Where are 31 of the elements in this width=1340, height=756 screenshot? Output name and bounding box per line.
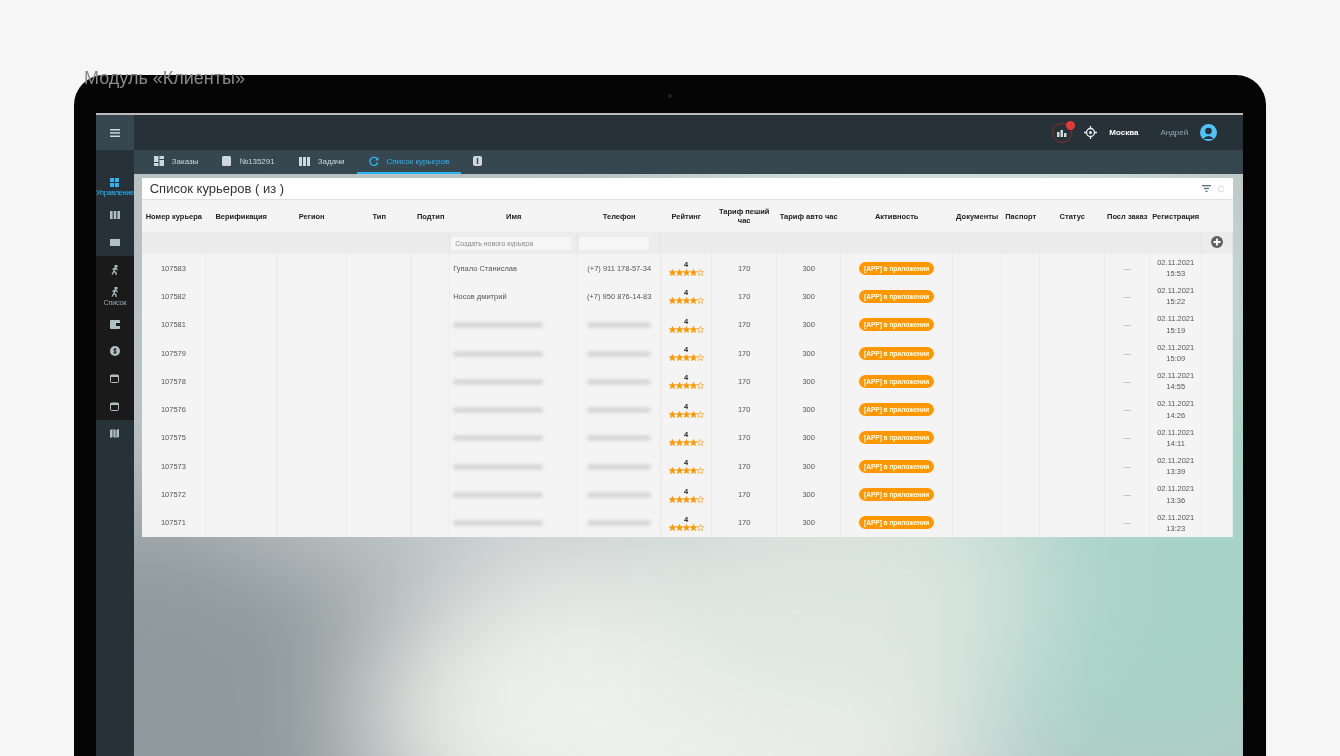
target-icon[interactable] bbox=[1084, 126, 1098, 139]
sidebar-item[interactable] bbox=[96, 255, 134, 284]
map-icon bbox=[110, 428, 120, 438]
city-label[interactable]: Москва bbox=[1109, 128, 1139, 137]
chart-icon bbox=[1057, 128, 1068, 137]
sidebar-item[interactable] bbox=[96, 392, 134, 420]
tab[interactable]: Заказы bbox=[141, 150, 211, 174]
calendar-icon bbox=[110, 374, 120, 384]
runner-icon bbox=[110, 264, 120, 275]
tab[interactable]: Задачи bbox=[286, 150, 357, 174]
menu-icon bbox=[109, 128, 120, 137]
filter-icon[interactable] bbox=[1202, 185, 1212, 192]
list-icon bbox=[109, 238, 120, 246]
notification-dot bbox=[1066, 120, 1076, 130]
grid-icon bbox=[110, 178, 120, 188]
columns-icon bbox=[298, 156, 310, 166]
user-name[interactable]: Андрей bbox=[1160, 128, 1189, 137]
calendar-icon bbox=[110, 401, 120, 411]
tab[interactable]: №135291 bbox=[210, 150, 287, 174]
wallet-icon bbox=[109, 319, 120, 329]
panel-title: Список курьеров ( из ) bbox=[149, 181, 286, 196]
grid-icon bbox=[153, 156, 164, 166]
runner-icon bbox=[110, 286, 120, 297]
menu-button[interactable] bbox=[96, 115, 134, 150]
refresh-icon bbox=[368, 156, 379, 166]
info-icon bbox=[473, 156, 483, 166]
avatar-icon[interactable] bbox=[1200, 124, 1218, 141]
clipboard-icon bbox=[222, 156, 232, 166]
columns-icon bbox=[109, 210, 120, 219]
coin-icon bbox=[109, 346, 120, 357]
add-icon[interactable] bbox=[1211, 236, 1224, 248]
